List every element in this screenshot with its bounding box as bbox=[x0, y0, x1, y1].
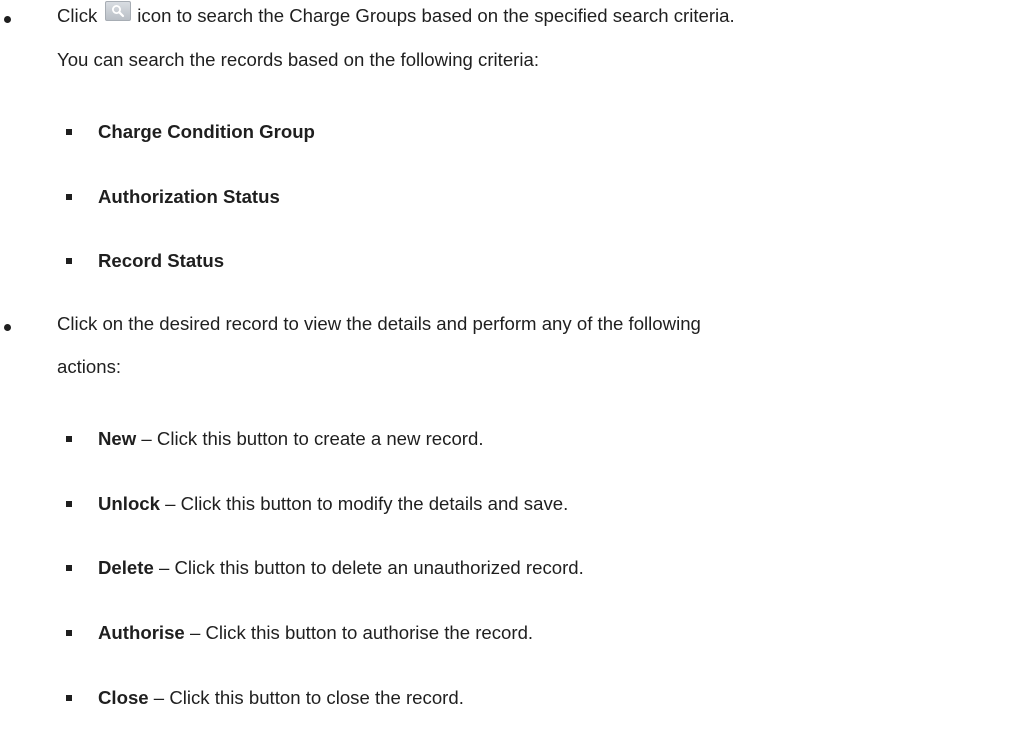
action-name: Authorise bbox=[98, 622, 185, 643]
criteria-item: Authorization Status bbox=[0, 186, 1013, 208]
action-name: Unlock bbox=[98, 493, 160, 514]
bullet-1-line-1: Click icon to search the Charge Groups ba… bbox=[57, 1, 735, 27]
criteria-item: Charge Condition Group bbox=[0, 121, 1013, 143]
action-name: New bbox=[98, 428, 137, 449]
action-item-delete: Delete – Click this button to delete an … bbox=[0, 557, 1013, 579]
search-description-text: icon to search the Charge Groups based o… bbox=[137, 5, 735, 26]
action-item-new: New – Click this button to create a new … bbox=[0, 428, 1013, 450]
criteria-label: Record Status bbox=[98, 250, 225, 271]
action-name: Delete bbox=[98, 557, 154, 578]
search-click-text: Click bbox=[57, 5, 98, 26]
action-desc: – Click this button to delete an unautho… bbox=[153, 557, 584, 578]
square-bullet bbox=[66, 630, 72, 636]
criteria-item: Record Status bbox=[0, 250, 1013, 272]
square-bullet bbox=[66, 258, 72, 264]
action-item-close: Close – Click this button to close the r… bbox=[0, 687, 1013, 709]
square-bullet bbox=[66, 695, 72, 701]
square-bullet bbox=[66, 501, 72, 507]
bullet-2-line-1: Click on the desired record to view the … bbox=[57, 313, 701, 334]
search-icon[interactable] bbox=[105, 1, 132, 22]
bullet-dot bbox=[4, 16, 11, 23]
bullet-dot bbox=[4, 324, 11, 331]
bullet-1-line-2: You can search the records based on the … bbox=[57, 49, 540, 70]
square-bullet bbox=[66, 194, 72, 200]
action-desc: – Click this button to create a new reco… bbox=[136, 428, 484, 449]
square-bullet bbox=[66, 565, 72, 571]
action-desc: – Click this button to close the record. bbox=[148, 687, 464, 708]
action-desc: – Click this button to modify the detail… bbox=[160, 493, 569, 514]
criteria-label: Charge Condition Group bbox=[98, 121, 315, 142]
action-item-authorise: Authorise – Click this button to authori… bbox=[0, 622, 1013, 644]
action-name: Close bbox=[98, 687, 149, 708]
square-bullet bbox=[66, 129, 72, 135]
criteria-label: Authorization Status bbox=[98, 186, 280, 207]
action-desc: – Click this button to authorise the rec… bbox=[184, 622, 534, 643]
action-item-unlock: Unlock – Click this button to modify the… bbox=[0, 493, 1013, 515]
square-bullet bbox=[66, 436, 72, 442]
bullet-2-line-2: actions: bbox=[57, 356, 122, 377]
